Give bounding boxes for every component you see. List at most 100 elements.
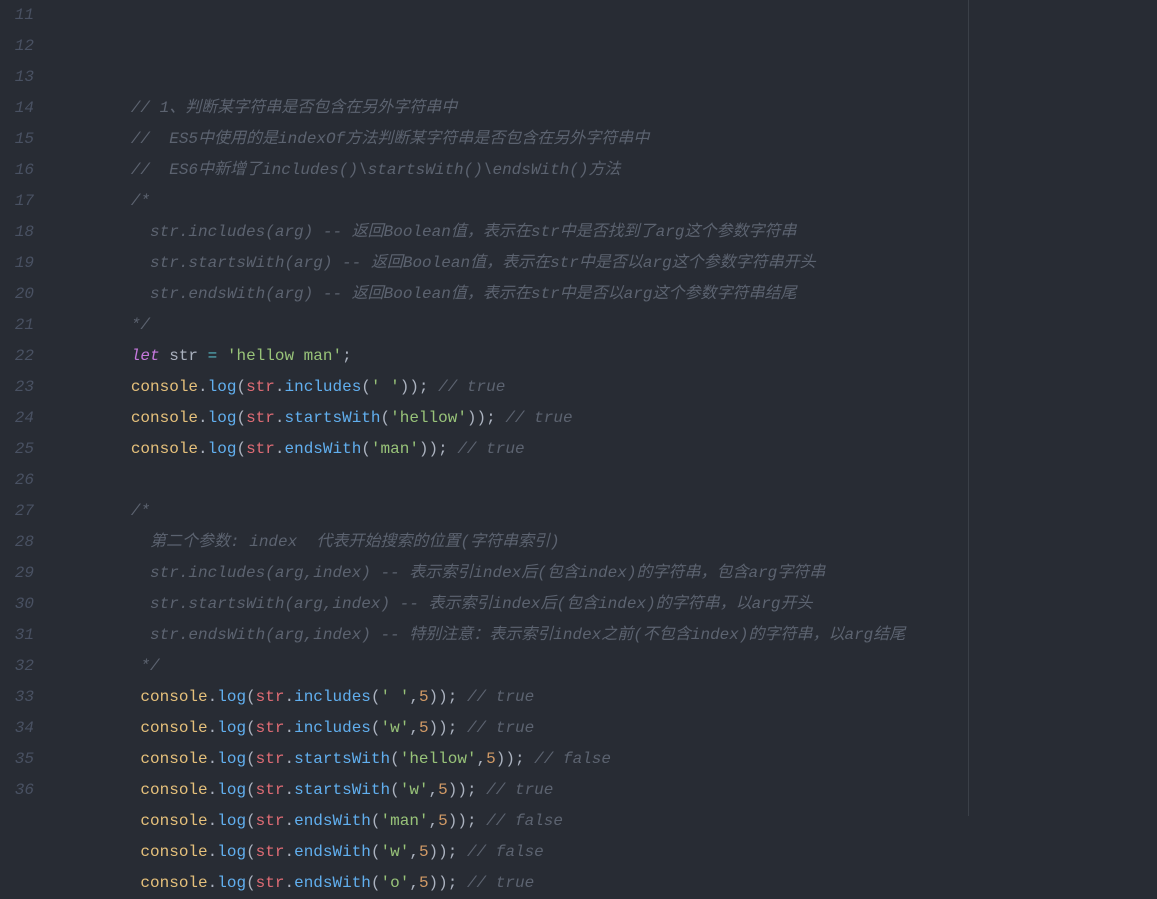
code-line[interactable]: str.endsWith(arg) -- 返回Boolean值，表示在str中是… [54, 279, 1157, 310]
token-comment: // true [438, 378, 505, 396]
token-method: log [217, 843, 246, 861]
token-property: console [140, 688, 207, 706]
indent [54, 130, 131, 148]
line-number: 15 [0, 124, 34, 155]
code-line[interactable]: console.log(str.startsWith('hellow')); /… [54, 403, 1157, 434]
token-punct: , [409, 843, 419, 861]
token-comment: // true [467, 874, 534, 892]
code-line[interactable]: str.startsWith(arg) -- 返回Boolean值，表示在str… [54, 248, 1157, 279]
token-comment: // true [505, 409, 572, 427]
token-method: includes [294, 719, 371, 737]
code-line[interactable]: // ES6中新增了includes()\startsWith()\endsWi… [54, 155, 1157, 186]
token-method: endsWith [294, 812, 371, 830]
token-string: 'hellow man' [227, 347, 342, 365]
token-property: console [140, 843, 207, 861]
token-punct: . [208, 688, 218, 706]
code-line[interactable]: console.log(str.endsWith('man')); // tru… [54, 434, 1157, 465]
token-punct: , [477, 750, 487, 768]
token-method: log [217, 750, 246, 768]
token-number: 5 [438, 812, 448, 830]
token-punct: . [284, 688, 294, 706]
line-number: 36 [0, 775, 34, 806]
token-punct: ( [371, 812, 381, 830]
code-line[interactable]: /* [54, 496, 1157, 527]
token-punct: ( [246, 843, 256, 861]
code-line[interactable]: let str = 'hellow man'; [54, 341, 1157, 372]
token-punct: . [284, 874, 294, 892]
line-number: 25 [0, 434, 34, 465]
token-comment: */ [131, 316, 150, 334]
token-punct: ( [236, 409, 246, 427]
indent [54, 750, 140, 768]
token-variable: str [256, 843, 285, 861]
code-line[interactable]: /* [54, 186, 1157, 217]
indent [54, 595, 150, 613]
indent [54, 626, 150, 644]
line-number: 24 [0, 403, 34, 434]
token-punct: ( [361, 378, 371, 396]
line-number: 20 [0, 279, 34, 310]
token-punct: ( [246, 812, 256, 830]
token-method: startsWith [284, 409, 380, 427]
token-property: console [131, 440, 198, 458]
code-editor[interactable]: 1112131415161718192021222324252627282930… [0, 0, 1157, 816]
token-comment: // false [534, 750, 611, 768]
code-line[interactable]: // 1、判断某字符串是否包含在另外字符串中 [54, 93, 1157, 124]
token-string: 'o' [381, 874, 410, 892]
code-area[interactable]: // 1、判断某字符串是否包含在另外字符串中 // ES5中使用的是indexO… [54, 0, 1157, 816]
line-number: 31 [0, 620, 34, 651]
code-line[interactable]: */ [54, 651, 1157, 682]
token-method: log [208, 409, 237, 427]
token-string: 'w' [381, 843, 410, 861]
token-punct: . [284, 843, 294, 861]
code-line[interactable]: str.endsWith(arg,index) -- 特别注意：表示索引inde… [54, 620, 1157, 651]
code-line[interactable]: console.log(str.endsWith('o',5)); // tru… [54, 868, 1157, 899]
code-line[interactable]: console.log(str.endsWith('man',5)); // f… [54, 806, 1157, 837]
token-punct: ( [246, 688, 256, 706]
code-line[interactable]: // ES5中使用的是indexOf方法判断某字符串是否包含在另外字符串中 [54, 124, 1157, 155]
token-method: log [217, 874, 246, 892]
code-line[interactable]: console.log(str.startsWith('w',5)); // t… [54, 775, 1157, 806]
indent [54, 564, 150, 582]
token-punct: . [198, 440, 208, 458]
code-line[interactable]: console.log(str.startsWith('hellow',5));… [54, 744, 1157, 775]
token-property: console [140, 781, 207, 799]
code-line[interactable]: console.log(str.includes('w',5)); // tru… [54, 713, 1157, 744]
token-punct: ( [246, 719, 256, 737]
code-line[interactable]: console.log(str.includes(' ')); // true [54, 372, 1157, 403]
line-number: 34 [0, 713, 34, 744]
indent [54, 347, 131, 365]
token-comment: 第二个参数: index 代表开始搜索的位置(字符串索引) [150, 533, 560, 551]
token-comment: str.includes(arg) -- 返回Boolean值，表示在str中是… [150, 223, 796, 241]
code-line[interactable]: str.includes(arg,index) -- 表示索引index后(包含… [54, 558, 1157, 589]
line-number: 19 [0, 248, 34, 279]
token-method: log [208, 378, 237, 396]
token-number: 5 [419, 843, 429, 861]
token-comment: // false [486, 812, 563, 830]
indent [54, 316, 131, 334]
token-punct: . [284, 781, 294, 799]
code-line[interactable] [54, 465, 1157, 496]
code-line[interactable]: str.includes(arg) -- 返回Boolean值，表示在str中是… [54, 217, 1157, 248]
code-line[interactable]: */ [54, 310, 1157, 341]
token-punct: )); [429, 843, 467, 861]
token-punct: )); [419, 440, 457, 458]
token-variable: str [256, 750, 285, 768]
code-line[interactable]: str.startsWith(arg,index) -- 表示索引index后(… [54, 589, 1157, 620]
token-punct: . [284, 750, 294, 768]
code-line[interactable]: 第二个参数: index 代表开始搜索的位置(字符串索引) [54, 527, 1157, 558]
code-line[interactable]: console.log(str.endsWith('w',5)); // fal… [54, 837, 1157, 868]
code-line[interactable]: console.log(str.includes(' ',5)); // tru… [54, 682, 1157, 713]
token-punct: , [409, 874, 419, 892]
token-string: 'w' [381, 719, 410, 737]
token-comment: // true [467, 688, 534, 706]
indent [54, 254, 150, 272]
token-comment: /* [131, 502, 150, 520]
token-property: console [140, 812, 207, 830]
token-method: startsWith [294, 781, 390, 799]
token-variable: str [256, 688, 285, 706]
token-comment: // 1、判断某字符串是否包含在另外字符串中 [131, 99, 457, 117]
token-property: console [140, 750, 207, 768]
token-number: 5 [419, 688, 429, 706]
line-number: 32 [0, 651, 34, 682]
